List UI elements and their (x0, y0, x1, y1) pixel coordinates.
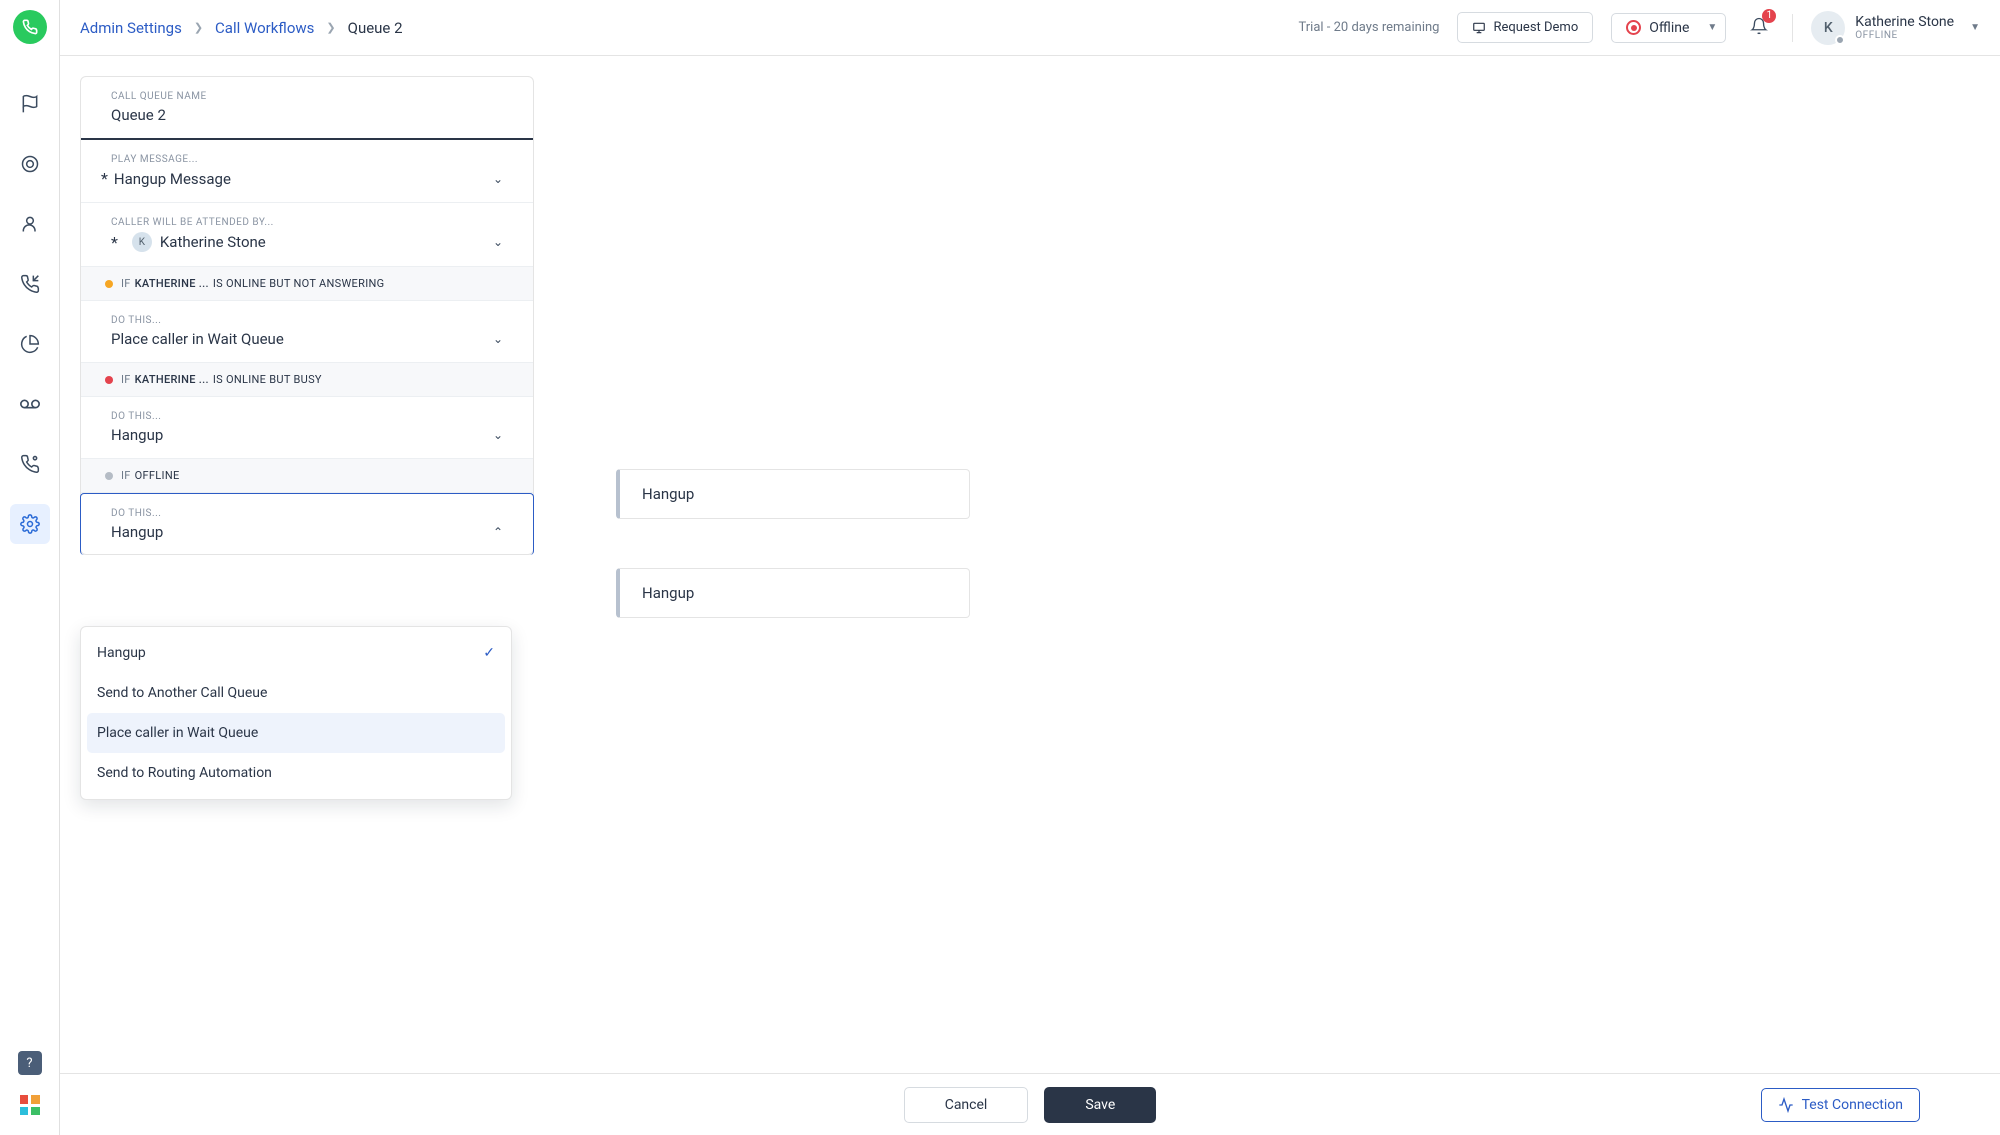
status-dropdown[interactable]: Offline ▼ (1611, 13, 1726, 43)
condition-offline: IF OFFLINE (81, 459, 533, 493)
action-offline-select[interactable]: Hangup ⌃ (111, 523, 503, 541)
chevron-down-icon: ⌄ (493, 428, 503, 442)
target-icon (20, 154, 40, 174)
breadcrumb: Admin Settings ❯ Call Workflows ❯ Queue … (80, 19, 403, 37)
status-dot-icon (105, 280, 113, 288)
test-connection-label: Test Connection (1802, 1097, 1903, 1113)
content-area: CALL QUEUE NAME Queue 2 PLAY MESSAGE... … (60, 56, 2000, 1073)
chevron-down-icon: ⌄ (493, 172, 503, 186)
chevron-right-icon: ❯ (194, 21, 203, 34)
app-switcher[interactable] (20, 1095, 40, 1115)
sidebar: ? (0, 0, 60, 1135)
breadcrumb-workflows[interactable]: Call Workflows (215, 19, 314, 37)
chevron-down-icon: ▼ (1970, 22, 1980, 33)
queue-config-panel: CALL QUEUE NAME Queue 2 PLAY MESSAGE... … (80, 76, 534, 555)
test-connection-button[interactable]: Test Connection (1761, 1088, 1920, 1122)
cancel-button[interactable]: Cancel (904, 1087, 1029, 1123)
preview-card-offline: Hangup (616, 568, 970, 618)
notification-badge: 1 (1762, 9, 1776, 23)
sidebar-item-phone-settings[interactable] (10, 444, 50, 484)
caller-attended-select[interactable]: * K Katherine Stone ⌄ (111, 232, 503, 252)
dial-button[interactable] (13, 10, 47, 44)
dropdown-option-routing[interactable]: Send to Routing Automation (87, 753, 505, 793)
chevron-right-icon: ❯ (326, 21, 335, 34)
sidebar-item-dashboard[interactable] (10, 144, 50, 184)
waveform-icon (1778, 1097, 1794, 1113)
pie-chart-icon (20, 334, 40, 354)
phone-icon (22, 19, 38, 35)
save-button[interactable]: Save (1044, 1087, 1156, 1123)
chevron-down-icon: ▼ (1707, 22, 1717, 33)
user-menu[interactable]: K Katherine Stone OFFLINE ▼ (1811, 11, 1980, 45)
sidebar-item-flag[interactable] (10, 84, 50, 124)
breadcrumb-admin[interactable]: Admin Settings (80, 19, 182, 37)
notifications-button[interactable]: 1 (1744, 11, 1774, 45)
do-this-label: DO THIS... (111, 411, 503, 422)
preview-card-busy: Hangup (616, 469, 970, 519)
check-icon: ✓ (483, 645, 495, 661)
user-icon (20, 214, 40, 234)
presence-dot-icon (1835, 35, 1845, 45)
action-busy-value: Hangup (111, 426, 163, 444)
sidebar-item-reports[interactable] (10, 324, 50, 364)
divider (1792, 14, 1793, 42)
sidebar-item-settings[interactable] (10, 504, 50, 544)
user-name: Katherine Stone (1855, 14, 1954, 30)
do-this-label: DO THIS... (111, 315, 503, 326)
caller-attended-value: Katherine Stone (160, 233, 266, 251)
dropdown-option-another-queue[interactable]: Send to Another Call Queue (87, 673, 505, 713)
sidebar-item-phone[interactable] (10, 264, 50, 304)
status-dot-icon (1626, 20, 1641, 35)
action-no-answer-select[interactable]: Place caller in Wait Queue ⌄ (111, 330, 503, 348)
condition-online-busy: IF KATHERINE ... IS ONLINE BUT BUSY (81, 363, 533, 397)
sidebar-item-voicemail[interactable] (10, 384, 50, 424)
action-no-answer-value: Place caller in Wait Queue (111, 330, 284, 348)
status-dot-icon (105, 376, 113, 384)
status-dot-icon (105, 472, 113, 480)
caller-attended-label: CALLER WILL BE ATTENDED BY... (111, 217, 503, 228)
sidebar-item-contacts[interactable] (10, 204, 50, 244)
breadcrumb-current: Queue 2 (348, 19, 403, 37)
chevron-up-icon: ⌃ (493, 525, 503, 539)
phone-settings-icon (20, 454, 40, 474)
main: Admin Settings ❯ Call Workflows ❯ Queue … (60, 0, 2000, 1135)
voicemail-icon (19, 393, 41, 415)
phone-incoming-icon (20, 274, 40, 294)
chevron-down-icon: ⌄ (493, 332, 503, 346)
dropdown-option-hangup[interactable]: Hangup ✓ (87, 633, 505, 673)
do-this-label: DO THIS... (111, 508, 503, 519)
chevron-down-icon: ⌄ (493, 235, 503, 249)
status-label: Offline (1649, 20, 1689, 36)
action-dropdown: Hangup ✓ Send to Another Call Queue Plac… (80, 626, 512, 800)
play-message-value: Hangup Message (114, 170, 231, 188)
flag-icon (20, 94, 40, 114)
topbar: Admin Settings ❯ Call Workflows ❯ Queue … (60, 0, 2000, 56)
user-status: OFFLINE (1855, 30, 1954, 41)
queue-name-input[interactable]: Queue 2 (111, 106, 503, 124)
condition-online-no-answer: IF KATHERINE ... IS ONLINE BUT NOT ANSWE… (81, 267, 533, 301)
request-demo-button[interactable]: Request Demo (1457, 12, 1593, 43)
presentation-icon (1472, 21, 1486, 35)
help-button[interactable]: ? (18, 1051, 42, 1075)
attendant-avatar: K (132, 232, 152, 252)
play-message-select[interactable]: *Hangup Message ⌄ (111, 169, 503, 188)
avatar-initial: K (1824, 20, 1833, 36)
action-busy-select[interactable]: Hangup ⌄ (111, 426, 503, 444)
dropdown-option-wait-queue[interactable]: Place caller in Wait Queue (87, 713, 505, 753)
action-offline-value: Hangup (111, 523, 163, 541)
avatar: K (1811, 11, 1845, 45)
request-demo-label: Request Demo (1493, 20, 1578, 35)
play-message-label: PLAY MESSAGE... (111, 154, 503, 165)
gear-icon (20, 514, 40, 534)
queue-name-label: CALL QUEUE NAME (111, 91, 503, 102)
footer: Cancel Save Test Connection (60, 1073, 2000, 1135)
trial-text: Trial - 20 days remaining (1298, 20, 1439, 35)
